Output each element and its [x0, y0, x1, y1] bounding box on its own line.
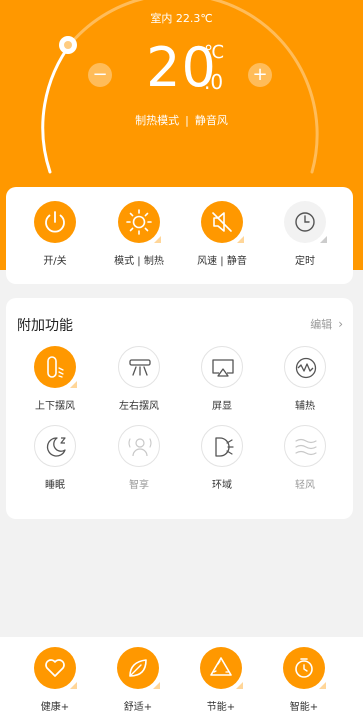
smart-share-control[interactable]: 智享: [99, 425, 179, 491]
comfort-tab[interactable]: 舒适+: [98, 647, 178, 713]
chevron-right-icon: ›: [338, 317, 343, 331]
sun-icon[interactable]: [118, 201, 161, 243]
fan-speed-control[interactable]: 风速 | 静音: [182, 201, 262, 267]
comfort-label: 舒适+: [123, 702, 153, 713]
vertical-swing-control[interactable]: 上下摆风: [15, 346, 95, 412]
energy-label: 节能+: [206, 702, 236, 713]
edit-label: 编辑: [310, 318, 333, 331]
clock-icon[interactable]: [284, 201, 327, 243]
smart-share-label: 智享: [129, 480, 149, 491]
edit-button[interactable]: 编辑 ›: [310, 316, 343, 332]
extras-title: 附加功能: [17, 318, 73, 334]
mode-control[interactable]: 模式 | 制热: [99, 201, 179, 267]
screen-display-label: 屏显: [212, 401, 232, 412]
aux-heat-control[interactable]: 辅热: [265, 346, 345, 412]
vertical-swing-label: 上下摆风: [35, 401, 75, 412]
gentle-breeze-icon[interactable]: [284, 425, 326, 467]
aux-heat-label: 辅热: [295, 401, 315, 412]
gentle-breeze-label: 轻风: [295, 480, 315, 491]
health-tab[interactable]: 健康+: [15, 647, 95, 713]
bottom-nav: 健康+ 舒适+ 节能+ 智能+: [0, 637, 363, 718]
gentle-breeze-control[interactable]: 轻风: [265, 425, 345, 491]
vertical-swing-icon[interactable]: [34, 346, 77, 388]
leaf-icon[interactable]: [117, 647, 160, 689]
surround-icon[interactable]: [201, 425, 243, 467]
set-temperature: 20 ℃ .0: [0, 38, 363, 98]
heart-icon[interactable]: [34, 647, 77, 689]
horizontal-swing-icon[interactable]: [118, 346, 160, 388]
smart-share-icon[interactable]: [118, 425, 160, 467]
extras-card: 附加功能 编辑 › 上下摆风 左右摆风 屏显 辅热 睡眠 智享 环域 轻风: [6, 298, 353, 519]
fan-text: 静音风: [194, 114, 228, 127]
mode-status: 制热模式 | 静音风: [0, 112, 363, 128]
indoor-temperature: 室内 22.3℃: [150, 12, 213, 25]
smart-tab[interactable]: 智能+: [264, 647, 344, 713]
speaker-mute-icon[interactable]: [201, 201, 244, 243]
power-icon[interactable]: [34, 201, 76, 243]
timer-label: 定时: [295, 256, 315, 267]
sleep-label: 睡眠: [45, 480, 65, 491]
aux-heat-icon[interactable]: [284, 346, 326, 388]
surround-label: 环域: [212, 480, 232, 491]
sleep-control[interactable]: 睡眠: [15, 425, 95, 491]
smart-label: 智能+: [289, 702, 319, 713]
smart-timer-icon[interactable]: [283, 647, 326, 689]
temperature-unit: ℃: [204, 42, 225, 63]
timer-control[interactable]: 定时: [265, 201, 345, 267]
power-control[interactable]: 开/关: [15, 201, 95, 267]
power-label: 开/关: [43, 256, 67, 267]
fan-speed-label: 风速 | 静音: [197, 256, 247, 267]
energy-tab[interactable]: 节能+: [181, 647, 261, 713]
horizontal-swing-control[interactable]: 左右摆风: [99, 346, 179, 412]
main-controls-card: 开/关 模式 | 制热 风速 | 静音 定时: [6, 187, 353, 284]
mode-label: 模式 | 制热: [114, 256, 164, 267]
surround-control[interactable]: 环域: [182, 425, 262, 491]
horizontal-swing-label: 左右摆风: [119, 401, 159, 412]
mode-separator: |: [185, 114, 189, 127]
temperature-decimal: .0: [204, 70, 224, 94]
sleep-moon-icon[interactable]: [34, 425, 76, 467]
screen-display-control[interactable]: 屏显: [182, 346, 262, 412]
screen-display-icon[interactable]: [201, 346, 243, 388]
recycle-icon[interactable]: [200, 647, 243, 689]
mode-text: 制热模式: [135, 114, 180, 127]
health-label: 健康+: [40, 702, 70, 713]
